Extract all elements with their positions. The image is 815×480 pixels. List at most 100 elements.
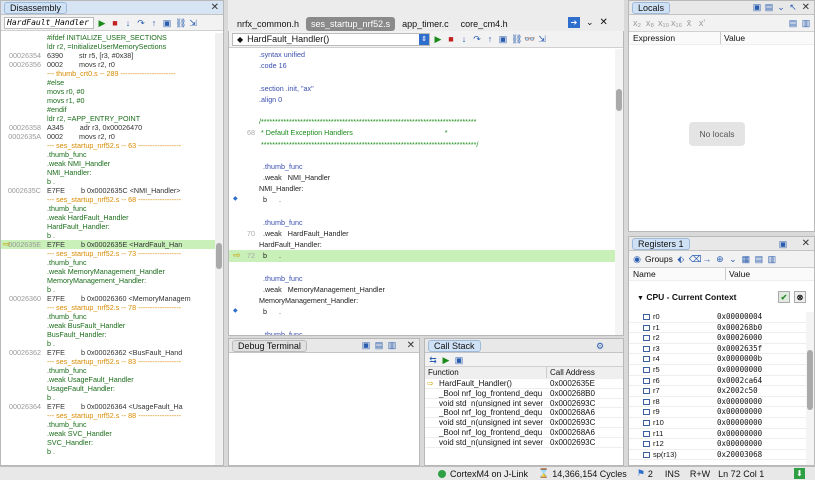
close-icon[interactable]: ✕	[802, 2, 810, 13]
code-line[interactable]: NMI_Handler:	[229, 183, 615, 194]
current-pc-arrow-icon[interactable]: ⇨	[233, 250, 241, 261]
disassembly-line[interactable]: --- thumb_crt0.s -- 289 ----------------…	[1, 69, 215, 78]
debug-terminal-title[interactable]: Debug Terminal	[232, 339, 307, 352]
add-icon[interactable]: ⊕	[715, 254, 725, 264]
disassembly-line[interactable]: #endif	[1, 105, 215, 114]
jump-icon[interactable]: ⇲	[537, 34, 547, 44]
call-stack-row[interactable]: _Bool nrf_log_frontend_dequ 0x000268A6	[425, 428, 623, 438]
register-row[interactable]: r6 0x0002ca64	[629, 376, 807, 387]
call-stack-row[interactable]: ⇨ HardFault_Handler() 0x0002635E	[425, 379, 623, 389]
tab-list-icon[interactable]: ➔	[568, 17, 580, 28]
disassembly-line[interactable]: 00026358 A345 adr r3, 0x00026470	[1, 123, 215, 132]
code-line[interactable]: .weak NMI_Handler	[229, 172, 615, 183]
frame-icon[interactable]: ▣	[162, 18, 172, 28]
disassembly-line[interactable]: 0002635A 0002 movs r2, r0	[1, 132, 215, 141]
call-stack-title[interactable]: Call Stack	[428, 339, 481, 352]
groups-label[interactable]: Groups	[645, 254, 673, 264]
call-stack-row[interactable]: void std_n(unsigned int sever 0x0002693C	[425, 438, 623, 448]
go-icon[interactable]: ▶	[433, 34, 443, 44]
editor-tab[interactable]: ses_startup_nrf52.s	[306, 16, 396, 31]
register-row[interactable]: r0 0x00000004	[629, 312, 807, 323]
step-over-icon[interactable]: ↷	[472, 34, 482, 44]
step-over-icon[interactable]: ↷	[136, 18, 146, 28]
code-line[interactable]: .thumb_func	[229, 217, 615, 228]
editor-tab[interactable]: core_cm4.h	[456, 17, 513, 31]
frame-icon[interactable]: ▣	[778, 239, 788, 249]
arrow-right-icon[interactable]: →	[702, 254, 712, 264]
code-line[interactable]	[229, 71, 615, 82]
code-line[interactable]	[229, 206, 615, 217]
column-expression[interactable]: Expression	[629, 32, 721, 44]
copy-icon[interactable]: ▤	[754, 254, 764, 264]
read-write-mode[interactable]: R+W	[690, 469, 710, 479]
code-line[interactable]: ****************************************…	[229, 139, 615, 150]
code-line[interactable]: .code 16	[229, 60, 615, 71]
link-icon[interactable]: ⛓	[511, 34, 522, 44]
format-icon[interactable]: x₁₆	[671, 18, 682, 28]
disassembly-line[interactable]: 00026356 0002 movs r2, r0	[1, 60, 215, 69]
disassembly-line[interactable]: --- ses_startup_nrf52.s -- 83 ----------…	[1, 357, 215, 366]
chevron-down-icon[interactable]: ⌄	[728, 254, 738, 264]
groups-icon[interactable]: ◉	[632, 254, 642, 264]
disassembly-line[interactable]: ldr r2, =InitializeUserMemorySections	[1, 42, 215, 51]
clear-icon[interactable]: ▤	[374, 340, 384, 350]
paste-icon[interactable]: ▥	[801, 18, 811, 28]
disassembly-line[interactable]: b .	[1, 231, 215, 240]
disassembly-line[interactable]: HardFault_Handler:	[1, 222, 215, 231]
copy-icon[interactable]: ▤	[788, 18, 798, 28]
disassembly-line[interactable]: .weak NMI_Handler	[1, 159, 215, 168]
call-stack-row[interactable]: void std_n(unsigned int sever 0x0002693C	[425, 418, 623, 428]
register-row[interactable]: r5 0x00000000	[629, 365, 807, 376]
disassembly-line[interactable]: MemoryManagement_Handler:	[1, 276, 215, 285]
step-out-icon[interactable]: ↑	[149, 18, 159, 28]
disassembly-line[interactable]: .weak HardFault_Handler	[1, 213, 215, 222]
code-line[interactable]: 68 * Default Exception Handlers *	[229, 127, 615, 138]
filter-icon[interactable]: ⇆	[428, 355, 438, 365]
column-call-address[interactable]: Call Address	[547, 367, 595, 378]
frame-icon[interactable]: ▣	[752, 2, 762, 12]
breakpoint-marker-icon[interactable]: ◆	[233, 306, 238, 317]
register-row[interactable]: r3 0x0002635f	[629, 344, 807, 355]
format-icon[interactable]: x'	[697, 18, 707, 28]
code-line[interactable]: .section .init, "ax"	[229, 83, 615, 94]
column-name[interactable]: Name	[629, 268, 726, 280]
disassembly-line[interactable]: .weak BusFault_Handler	[1, 321, 215, 330]
registers-scrollbar[interactable]	[806, 312, 814, 465]
disassembly-line[interactable]: NMI_Handler:	[1, 168, 215, 177]
disassembly-line[interactable]: UsageFault_Handler:	[1, 384, 215, 393]
scrollbar-thumb[interactable]	[807, 350, 813, 410]
remove-icon[interactable]: ⊗	[794, 291, 806, 303]
disassembly-line[interactable]: --- ses_startup_nrf52.s -- 68 ----------…	[1, 195, 215, 204]
step-out-icon[interactable]: ↑	[485, 34, 495, 44]
disassembly-line[interactable]: 00026354 6390 str r5, [r3, #0x38]	[1, 51, 215, 60]
register-row[interactable]: r11 0x00000000	[629, 429, 807, 440]
editor-scrollbar[interactable]	[615, 49, 623, 335]
frame-icon[interactable]: ▣	[498, 34, 508, 44]
disassembly-line[interactable]: 0002635C E7FE b 0x0002635C <NMI_Handler>	[1, 186, 215, 195]
register-row[interactable]: sp(r13) 0x20003068	[629, 450, 807, 461]
breakpoint-marker-icon[interactable]: ◆	[233, 194, 238, 205]
settings-icon[interactable]: ⚙	[595, 341, 605, 351]
editor-tab[interactable]: app_timer.c	[397, 17, 454, 31]
code-line[interactable]: .thumb_func	[229, 161, 615, 172]
register-row[interactable]: r1 0x000268b0	[629, 323, 807, 334]
close-icon[interactable]: ✕	[802, 238, 810, 249]
register-row[interactable]: r9 0x00000000	[629, 407, 807, 418]
close-icon[interactable]: ✕	[407, 340, 415, 351]
format-icon[interactable]: ▤	[764, 2, 774, 12]
disassembly-line[interactable]: --- ses_startup_nrf52.s -- 63 ----------…	[1, 141, 215, 150]
disassembly-line[interactable]: .thumb_func	[1, 366, 215, 375]
disassembly-title[interactable]: Disassembly	[4, 1, 68, 14]
scrollbar-thumb[interactable]	[616, 89, 622, 111]
disassembly-line[interactable]: .weak MemoryManagement_Handler	[1, 267, 215, 276]
column-value[interactable]: Value	[721, 32, 745, 44]
code-line[interactable]: ◆ b .	[229, 194, 615, 205]
disassembly-line[interactable]: .thumb_func	[1, 258, 215, 267]
chevron-down-icon[interactable]: ⌄	[776, 2, 786, 12]
disassembly-line[interactable]: .thumb_func	[1, 420, 215, 429]
code-line[interactable]: HardFault_Handler:	[229, 239, 615, 250]
disassembly-line[interactable]: --- ses_startup_nrf52.s -- 88 ----------…	[1, 411, 215, 420]
code-line[interactable]	[229, 150, 615, 161]
step-into-icon[interactable]: ↓	[123, 18, 133, 28]
editor-tab[interactable]: nrfx_common.h	[232, 17, 304, 31]
